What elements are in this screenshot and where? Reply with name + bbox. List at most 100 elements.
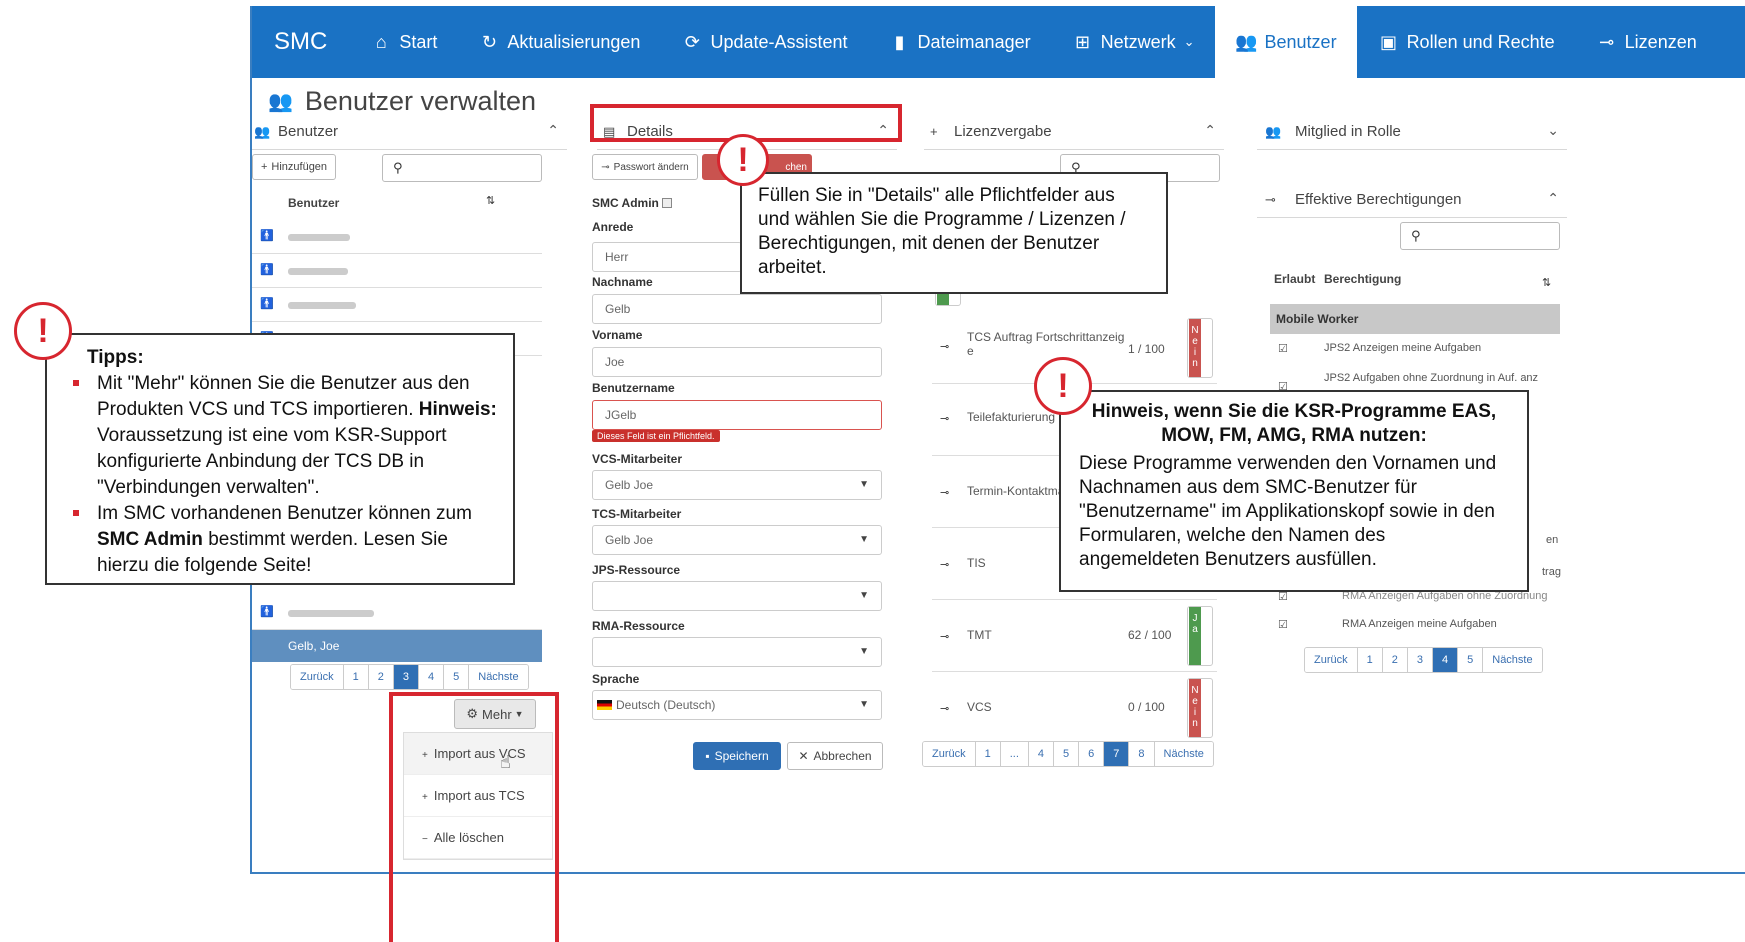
check-icon: ☑ (1278, 619, 1288, 631)
users-icon: 👥 (254, 123, 271, 139)
sprache-select[interactable]: Deutsch (Deutsch) ▼ (592, 690, 882, 720)
caret-down-icon: ▼ (859, 646, 869, 657)
key-icon: ⊸ (940, 413, 950, 425)
key-icon: ⊸ (601, 161, 610, 173)
permissions-panel-header[interactable]: ⊸ Effektive Berechtigungen ⌃ (1257, 182, 1567, 218)
page-link[interactable]: 6 (1079, 742, 1105, 766)
benutzername-field[interactable]: JGelb (592, 400, 882, 430)
user-column-header[interactable]: Benutzer (288, 196, 339, 210)
key-icon: ⊸ (940, 703, 950, 715)
users-panel-header[interactable]: 👥 Benutzer ⌃ (252, 114, 567, 150)
nav-start[interactable]: ⌂ Start (349, 6, 457, 78)
page-link[interactable]: 3 (1407, 648, 1433, 672)
add-user-icon: + (260, 161, 268, 173)
license-toggle[interactable]: Ja (1187, 606, 1213, 666)
anrede-select[interactable]: Herr (592, 242, 742, 272)
network-icon: ⊞ (1075, 31, 1091, 52)
caret-down-icon: ▼ (859, 534, 869, 545)
page-next[interactable]: Nächste (1154, 742, 1213, 766)
license-row: ⊸ TMT 62 / 100 Ja (932, 600, 1217, 672)
page-link[interactable]: 1 (1357, 648, 1383, 672)
nachname-field[interactable]: Gelb (592, 294, 882, 324)
page-link[interactable]: 1 (343, 665, 369, 689)
check-icon: ☑ (1278, 343, 1288, 355)
sort-icon[interactable]: ⇅ (1542, 276, 1551, 289)
page-link[interactable]: 4 (419, 665, 445, 689)
page-prev[interactable]: Zurück (291, 665, 344, 689)
anrede-label: Anrede (592, 220, 634, 234)
chevron-up-icon[interactable]: ⌃ (1547, 190, 1559, 207)
page-next[interactable]: Nächste (469, 665, 528, 689)
key-icon: ⊸ (940, 487, 950, 499)
user-search-input[interactable]: ⚲ (382, 154, 542, 182)
smc-admin-checkbox[interactable] (662, 198, 673, 208)
person-icon: 🚹 (260, 606, 274, 618)
nav-dateimanager[interactable]: ▮ Dateimanager (868, 6, 1051, 78)
page-prev[interactable]: Zurück (1305, 648, 1358, 672)
save-button[interactable]: ▪ Speichern (693, 742, 781, 770)
caret-down-icon: ▼ (859, 590, 869, 601)
license-toggle[interactable]: Nein (1187, 318, 1213, 378)
page-link[interactable]: 5 (1458, 648, 1484, 672)
vcs-label: VCS-Mitarbeiter (592, 452, 683, 466)
page-current[interactable]: 3 (393, 665, 419, 689)
vcs-select[interactable]: Gelb Joe ▼ (592, 470, 882, 500)
chevron-up-icon[interactable]: ⌃ (547, 122, 559, 139)
page-link[interactable]: 2 (1382, 648, 1408, 672)
page-link[interactable]: 8 (1129, 742, 1155, 766)
selected-user-row[interactable]: Gelb, Joe (252, 630, 542, 662)
vorname-field[interactable]: Joe (592, 347, 882, 377)
page-link[interactable]: 5 (1054, 742, 1080, 766)
tip-item: Im SMC vorhandenen Benutzer können zum S… (73, 501, 499, 579)
chevron-down-icon[interactable]: ⌄ (1547, 122, 1559, 139)
page-prev[interactable]: Zurück (923, 742, 976, 766)
add-user-button[interactable]: + Hinzufügen (252, 154, 336, 180)
user-row[interactable]: 🚹 (252, 220, 542, 254)
change-password-button[interactable]: ⊸ Passwort ändern (592, 154, 698, 180)
user-row[interactable]: 🚹 (252, 288, 542, 322)
exclamation-icon: ! (14, 302, 72, 360)
nav-benutzer[interactable]: 👥 Benutzer (1214, 6, 1357, 78)
nav-rollen[interactable]: ▣ Rollen und Rechte (1357, 6, 1575, 78)
license-row: ⊸ VCS 0 / 100 Nein (932, 672, 1217, 744)
page-current[interactable]: 4 (1433, 648, 1459, 672)
page-link[interactable]: 2 (368, 665, 394, 689)
users-pagination: Zurück 1 2 3 4 5 Nächste (290, 664, 529, 690)
blurred-name (288, 234, 350, 241)
cancel-button[interactable]: ✕ Abbrechen (787, 742, 883, 770)
license-panel-header[interactable]: + Lizenzvergabe ⌃ (924, 114, 1224, 150)
user-row[interactable]: 🚹 (252, 596, 542, 630)
person-icon: 🚹 (260, 264, 274, 276)
page-title: 👥 Benutzer verwalten (268, 86, 537, 116)
allowed-column-header[interactable]: Erlaubt (1274, 272, 1315, 286)
page-current[interactable]: 7 (1104, 742, 1130, 766)
nav-netzwerk[interactable]: ⊞ Netzwerk ⌄ (1051, 6, 1215, 78)
caret-down-icon: ▼ (859, 479, 869, 490)
nav-update-assistent[interactable]: ⟳ Update-Assistent (660, 6, 867, 78)
chevron-up-icon[interactable]: ⌃ (1204, 122, 1216, 139)
tcs-label: TCS-Mitarbeiter (592, 507, 682, 521)
sort-icon[interactable]: ⇅ (486, 194, 495, 207)
page-link[interactable]: 4 (1028, 742, 1055, 766)
users-icon: 👥 (1235, 31, 1258, 52)
search-icon: ⚲ (1411, 228, 1421, 243)
permission-group-row: Mobile Worker (1270, 304, 1560, 334)
nav-aktualisierungen[interactable]: ↻ Aktualisierungen (457, 6, 660, 78)
rma-select[interactable]: ▼ (592, 637, 882, 667)
page-link[interactable]: 5 (444, 665, 470, 689)
page-link[interactable]: 1 (975, 742, 1001, 766)
nachname-label: Nachname (592, 275, 653, 289)
jps-select[interactable]: ▼ (592, 581, 882, 611)
license-toggle[interactable]: Nein (1187, 678, 1213, 738)
nav-lizenzen[interactable]: ⊸ Lizenzen (1575, 6, 1717, 78)
person-icon: 🚹 (260, 298, 274, 310)
permission-column-header[interactable]: Berechtigung (1324, 272, 1401, 286)
top-navbar: SMC ⌂ Start ↻ Aktualisierungen ⟳ Update-Ass… (252, 6, 1745, 78)
user-row[interactable]: 🚹 (252, 254, 542, 288)
page-next[interactable]: Nächste (1483, 648, 1542, 672)
permission-search-input[interactable]: ⚲ (1400, 222, 1560, 250)
tcs-select[interactable]: Gelb Joe ▼ (592, 525, 882, 555)
brand-logo[interactable]: SMC (252, 6, 349, 78)
roles-panel-header[interactable]: 👥 Mitglied in Rolle ⌄ (1257, 114, 1567, 150)
license-pagination: Zurück 1 ... 4 5 6 7 8 Nächste (922, 741, 1214, 767)
